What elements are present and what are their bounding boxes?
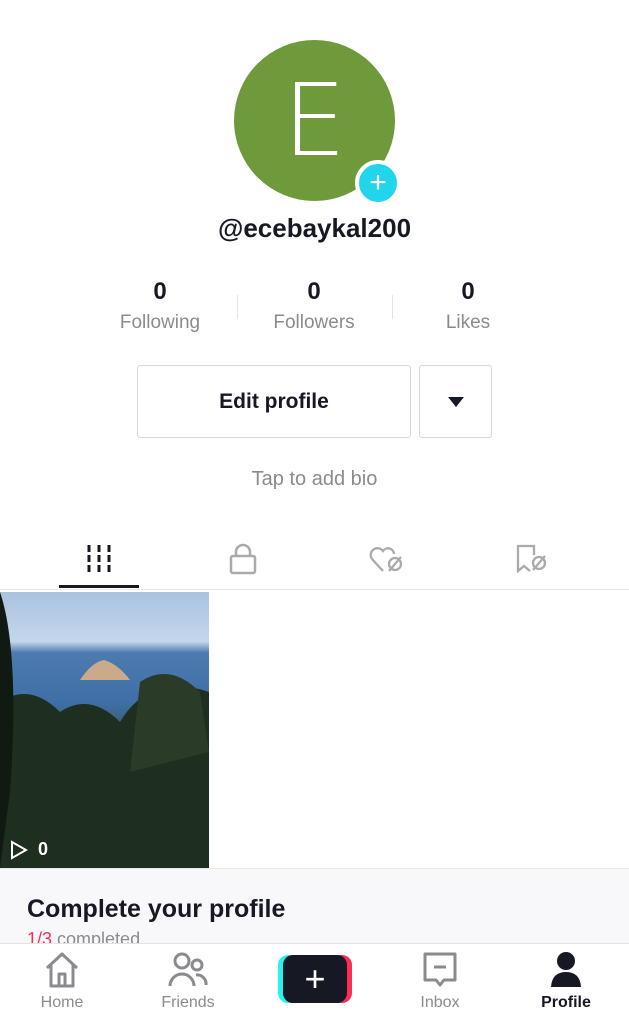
tab-favorites[interactable] bbox=[453, 530, 610, 588]
inbox-icon bbox=[423, 952, 457, 987]
bookmark-hidden-icon bbox=[516, 544, 546, 574]
username: @ecebaykal200 bbox=[217, 213, 412, 243]
heart-hidden-icon bbox=[369, 547, 402, 572]
tab-private[interactable] bbox=[164, 530, 321, 588]
nav-friends[interactable]: Friends bbox=[138, 950, 238, 1012]
friends-icon bbox=[168, 952, 208, 987]
nav-profile[interactable]: Profile bbox=[516, 950, 616, 1012]
play-icon bbox=[11, 839, 28, 860]
profile-icon bbox=[551, 952, 581, 987]
stat-following[interactable]: 0 Following bbox=[85, 278, 235, 334]
stat-label: Followers bbox=[273, 312, 355, 333]
stat-label: Likes bbox=[445, 312, 491, 333]
landscape-image bbox=[0, 592, 209, 868]
edit-profile-button[interactable]: Edit profile bbox=[137, 365, 411, 438]
bio-placeholder[interactable]: Tap to add bio bbox=[0, 468, 629, 491]
stat-followers[interactable]: 0 Followers bbox=[239, 278, 389, 334]
stat-value: 0 bbox=[461, 278, 475, 305]
stat-label: Following bbox=[119, 312, 201, 333]
tab-liked[interactable] bbox=[308, 530, 465, 588]
edit-profile-label: Edit profile bbox=[219, 389, 329, 413]
stat-likes[interactable]: 0 Likes bbox=[393, 278, 543, 334]
stat-value: 0 bbox=[307, 278, 321, 305]
plus-icon: + bbox=[369, 166, 387, 199]
video-thumbnail[interactable]: 0 bbox=[0, 592, 209, 868]
divider bbox=[237, 295, 238, 319]
more-dropdown-button[interactable] bbox=[419, 365, 492, 438]
avatar-initial: E bbox=[282, 62, 347, 179]
add-avatar-button[interactable]: + bbox=[355, 160, 401, 206]
complete-profile-card[interactable]: Complete your profile 1/3 completed bbox=[0, 868, 629, 949]
view-count: 0 bbox=[10, 839, 48, 860]
nav-label: Friends bbox=[161, 994, 215, 1011]
active-tab-indicator bbox=[59, 585, 139, 588]
nav-home[interactable]: Home bbox=[12, 950, 112, 1012]
nav-label: Inbox bbox=[420, 994, 460, 1011]
home-icon bbox=[45, 952, 79, 988]
card-title: Complete your profile bbox=[27, 895, 286, 923]
create-button[interactable]: + bbox=[278, 955, 352, 1003]
stat-value: 0 bbox=[153, 278, 167, 305]
nav-inbox[interactable]: Inbox bbox=[390, 950, 490, 1012]
nav-label: Home bbox=[40, 994, 84, 1011]
caret-down-icon bbox=[447, 396, 464, 407]
plus-icon: + bbox=[283, 955, 347, 1003]
divider bbox=[0, 589, 629, 590]
view-count-value: 0 bbox=[38, 839, 49, 859]
lock-icon bbox=[229, 543, 256, 575]
tab-videos[interactable] bbox=[20, 530, 177, 588]
grid-icon bbox=[87, 545, 110, 572]
nav-label: Profile bbox=[541, 994, 591, 1011]
